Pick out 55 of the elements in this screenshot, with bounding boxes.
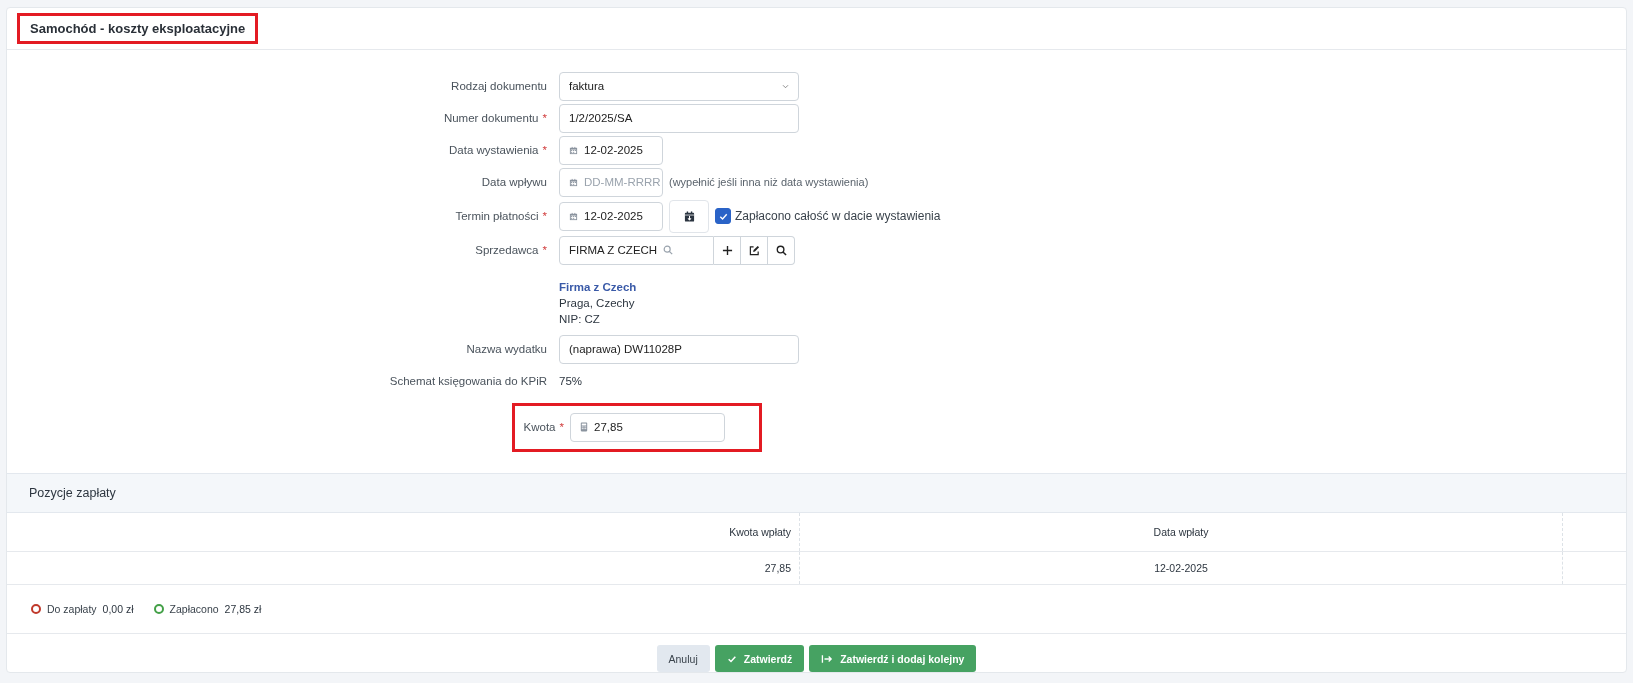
text-field[interactable]: 1/2/2025/SA [559,103,799,133]
required-asterisk: * [542,144,547,157]
calendar-button[interactable] [669,199,709,233]
field-label: Nazwa wydatku [466,343,547,356]
arrow-right-bar-icon [821,653,834,664]
required-asterisk: * [542,210,547,223]
calculator-icon [580,422,588,433]
search-button[interactable] [768,235,795,265]
field-value: 75% [559,375,583,388]
chevron-down-icon [782,83,789,89]
checkbox[interactable] [715,208,731,225]
field-label: Schemat księgowania do KPiR [389,375,547,388]
date-field[interactable]: 12-02-2025 [559,135,663,165]
document-type-select[interactable]: faktura [559,71,799,101]
summary-value: 27,85 zł [224,603,262,616]
table-cell: 12-02-2025 [800,552,1563,585]
section-title: Pozycje zapłaty [29,486,116,501]
field-hint: (wypełnić jeśli inna niż data wystawienia) [669,176,869,189]
calendar-icon [569,211,578,221]
summary-label: Zapłacono [169,603,219,616]
cancel-button[interactable]: Anuluj [656,645,710,672]
column-header: Kwota wpłaty [7,513,800,552]
summary-value: 0,00 zł [102,603,134,616]
field-label: Rodzaj dokumentu [451,80,547,93]
search-icon [663,245,674,256]
field-label: Kwota [523,421,556,434]
column-header: Data wpłaty [800,513,1563,552]
table-cell: 27,85 [7,552,800,585]
field-label: Numer dokumentu [443,112,539,125]
seller-link[interactable]: Firma z Czech [559,279,637,294]
calendar-icon [569,177,578,187]
calendar-icon [569,145,578,155]
summary-label: Do zapłaty [47,603,97,616]
required-asterisk: * [559,421,564,434]
checkbox-label: Zapłacono całość w dacie wystawienia [735,209,941,224]
pencil-square-icon [748,244,760,256]
edit-button[interactable] [741,235,768,265]
calendar-icon [683,210,695,222]
field-label: Data wpływu [481,176,547,189]
add-button[interactable] [714,235,741,265]
checkmark-icon [726,653,737,664]
amount-field[interactable]: 27,85 [570,412,725,442]
page-title: Samochód - koszty eksploatacyjne [17,12,259,44]
field-label: Sprzedawca [475,244,539,257]
field-label: Data wystawienia [449,144,539,157]
seller-nip: NIP: CZ [559,311,600,326]
search-icon [775,244,787,256]
text-field[interactable]: (naprawa) DW11028P [559,334,799,364]
plus-icon [721,244,733,256]
seller-field[interactable]: FIRMA Z CZECH [559,235,714,265]
required-asterisk: * [542,112,547,125]
field-label: Termin płatności [455,210,539,223]
date-field[interactable]: 12-02-2025 [559,201,663,231]
seller-address: Praga, Czechy [559,295,635,310]
required-asterisk: * [542,244,547,257]
